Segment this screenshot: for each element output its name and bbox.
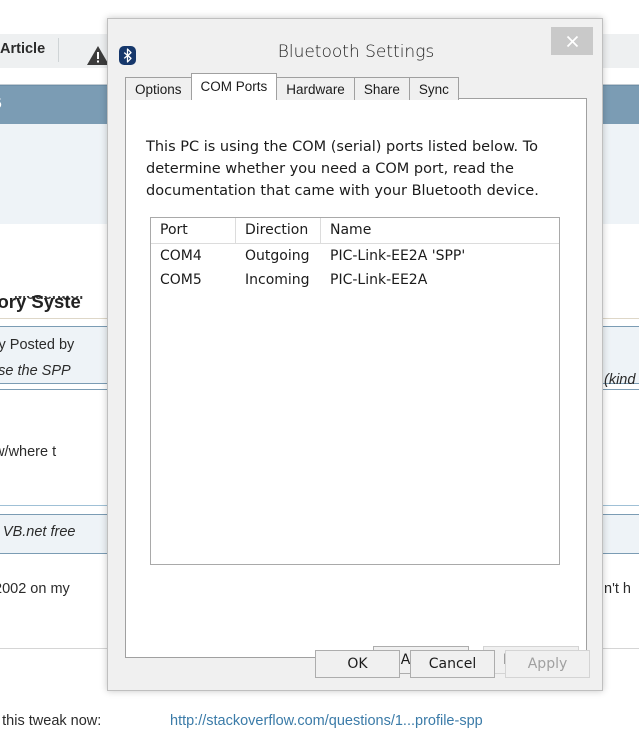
close-button[interactable] bbox=[551, 27, 593, 55]
background-body-line-2: er VB.net free bbox=[0, 524, 75, 540]
table-row[interactable]: COM4 Outgoing PIC-Link-EE2A 'SPP' bbox=[151, 244, 559, 268]
background-post-number: 5 bbox=[0, 95, 2, 111]
background-thread-title: ntory Syste bbox=[0, 291, 81, 313]
dialog-titlebar[interactable]: Bluetooth Settings bbox=[108, 19, 602, 67]
cell-name: PIC-Link-EE2A 'SPP' bbox=[321, 244, 559, 268]
background-quote-body: u use the SPP bbox=[0, 363, 71, 379]
background-bottom-text: ng this tweak now: bbox=[0, 713, 101, 729]
tab-hardware[interactable]: Hardware bbox=[276, 77, 355, 100]
toolbar-divider bbox=[58, 38, 59, 62]
panel-description: This PC is using the COM (serial) ports … bbox=[146, 136, 541, 202]
column-header-name[interactable]: Name bbox=[321, 218, 559, 243]
cell-port: COM5 bbox=[151, 268, 236, 292]
background-right-fragment-1: (kind bbox=[604, 372, 635, 388]
close-icon bbox=[566, 35, 579, 48]
page-title: Bluetooth Settings bbox=[108, 42, 604, 62]
ok-button[interactable]: OK bbox=[315, 650, 400, 678]
background-bottom-link[interactable]: http://stackoverflow.com/questions/1...p… bbox=[170, 713, 483, 729]
tab-strip: Options COM Ports Hardware Share Sync bbox=[125, 75, 458, 100]
tab-sync[interactable]: Sync bbox=[409, 77, 459, 100]
bluetooth-settings-dialog: Bluetooth Settings Options COM Ports Har… bbox=[107, 18, 603, 691]
background-body-line-1: ow/where t bbox=[0, 444, 56, 460]
cell-direction: Incoming bbox=[236, 268, 321, 292]
cell-port: COM4 bbox=[151, 244, 236, 268]
cell-direction: Outgoing bbox=[236, 244, 321, 268]
cancel-button[interactable]: Cancel bbox=[410, 650, 495, 678]
cell-name: PIC-Link-EE2A bbox=[321, 268, 559, 292]
tab-share[interactable]: Share bbox=[354, 77, 410, 100]
tab-options[interactable]: Options bbox=[125, 77, 192, 100]
tab-com-ports[interactable]: COM Ports bbox=[191, 73, 278, 100]
com-ports-tab-panel: This PC is using the COM (serial) ports … bbox=[125, 98, 587, 658]
background-right-fragment-2: n't h bbox=[604, 581, 631, 597]
background-article-label: Article bbox=[0, 41, 45, 57]
table-row[interactable]: COM5 Incoming PIC-Link-EE2A bbox=[151, 268, 559, 292]
apply-button: Apply bbox=[505, 650, 590, 678]
com-ports-listview[interactable]: Port Direction Name COM4 Outgoing PIC-Li… bbox=[150, 217, 560, 565]
background-body-line-3: 2002 on my bbox=[0, 581, 70, 597]
column-header-port[interactable]: Port bbox=[151, 218, 236, 243]
listview-header: Port Direction Name bbox=[151, 218, 559, 244]
column-header-direction[interactable]: Direction bbox=[236, 218, 321, 243]
background-quote-header: ally Posted by bbox=[0, 337, 74, 353]
